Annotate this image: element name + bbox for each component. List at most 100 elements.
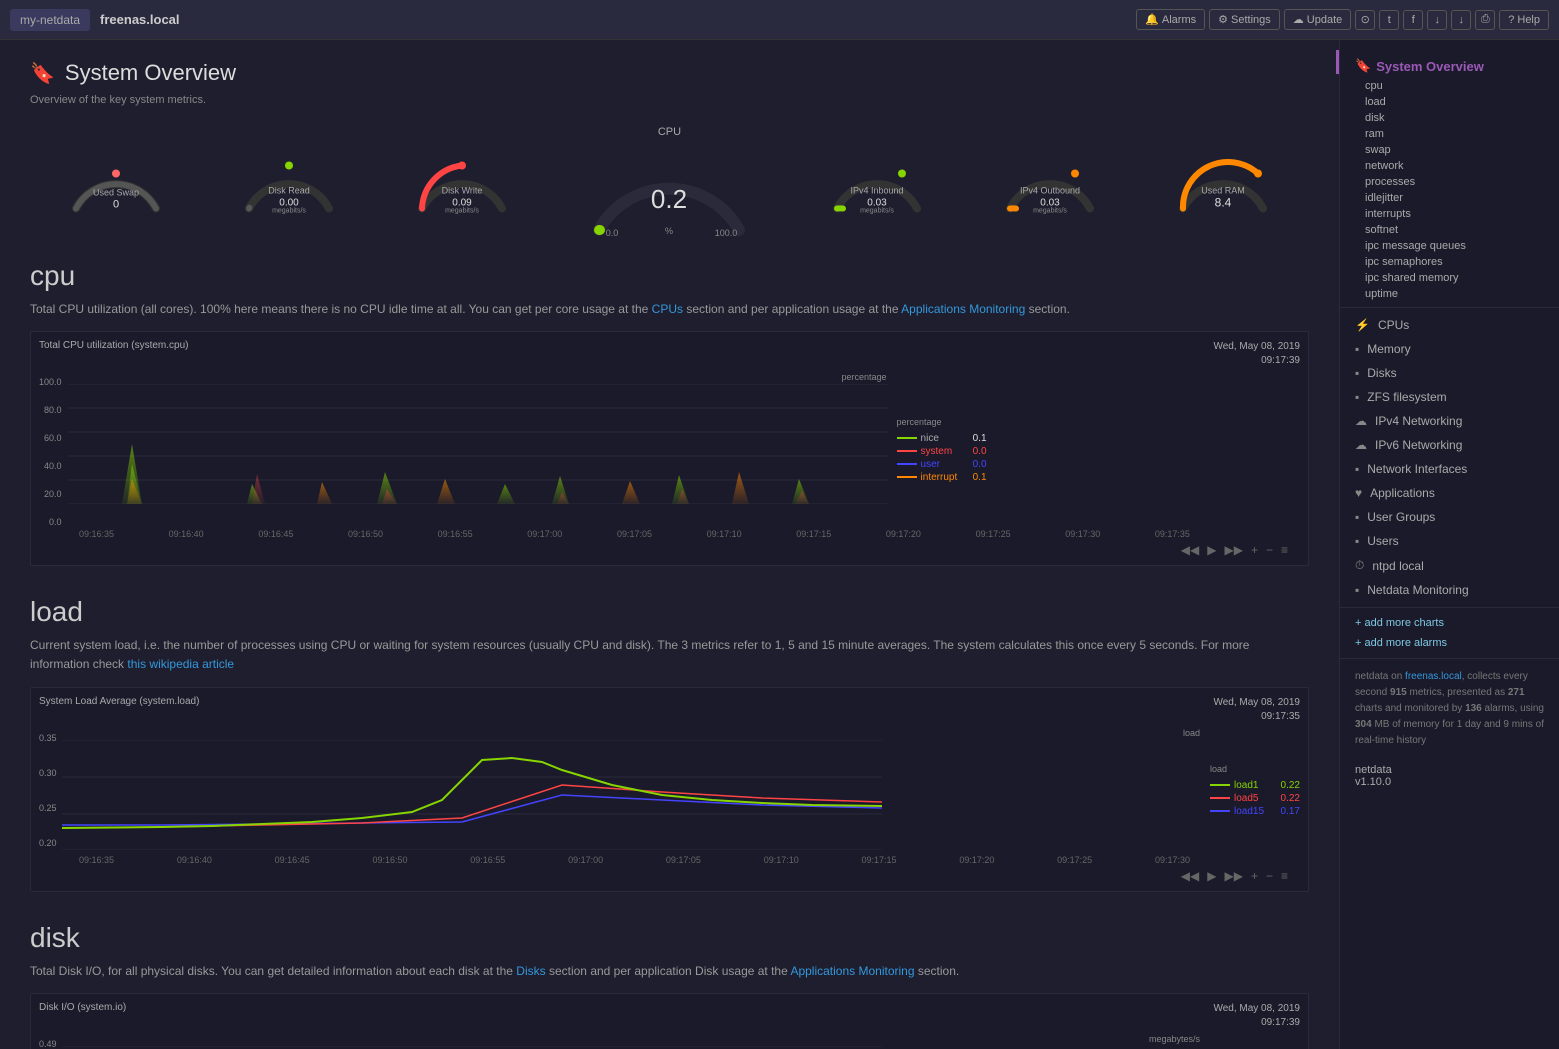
- groups-icon: ▪: [1355, 510, 1359, 524]
- sidebar-link-swap[interactable]: swap: [1340, 142, 1559, 158]
- sidebar-link-interrupts[interactable]: interrupts: [1340, 206, 1559, 222]
- sidebar-link-softnet[interactable]: softnet: [1340, 222, 1559, 238]
- github-icon[interactable]: ⊙: [1355, 10, 1375, 30]
- sidebar-link-idlejitter[interactable]: idlejitter: [1340, 190, 1559, 206]
- sidebar-item-zfs[interactable]: ▪ ZFS filesystem: [1340, 385, 1559, 409]
- topnav-left: my-netdata freenas.local: [10, 9, 180, 31]
- chart-zoom-in-btn[interactable]: +: [1249, 543, 1260, 557]
- sidebar-link-load[interactable]: load: [1340, 94, 1559, 110]
- sidebar-item-users[interactable]: ▪ Users: [1340, 529, 1559, 553]
- used-swap-gauge-svg: Used Swap 0: [66, 151, 166, 216]
- bookmark-sidebar-icon: 🔖: [1355, 58, 1371, 74]
- sidebar-divider-2: [1340, 607, 1559, 608]
- load-chart-back-btn[interactable]: ◀◀: [1179, 869, 1201, 883]
- question-icon: ?: [1508, 14, 1514, 26]
- gauge-disk-write: Disk Write 0.09 megabits/s: [412, 151, 512, 216]
- sidebar-link-ipc-mem[interactable]: ipc shared memory: [1340, 270, 1559, 286]
- app-disk-link[interactable]: Applications Monitoring: [790, 964, 914, 978]
- sidebar-netdata-monitoring-label: Netdata Monitoring: [1367, 583, 1468, 597]
- cpu-xaxis: 09:16:3509:16:4009:16:4509:16:5009:16:55…: [39, 529, 1300, 539]
- cpu-gauge-label: CPU: [658, 126, 681, 138]
- print-icon[interactable]: ⎙: [1475, 10, 1495, 30]
- svg-text:0: 0: [113, 198, 119, 210]
- cloud-icon: ☁: [1293, 13, 1304, 26]
- sidebar-item-ipv6[interactable]: ☁ IPv6 Networking: [1340, 433, 1559, 457]
- cpu-ylabel: percentage: [67, 372, 887, 384]
- settings-button[interactable]: ⚙ Settings: [1209, 9, 1280, 30]
- chart-back-btn[interactable]: ◀◀: [1179, 543, 1201, 557]
- svg-text:8.4: 8.4: [1214, 195, 1231, 209]
- load-section-desc: Current system load, i.e. the number of …: [30, 636, 1309, 674]
- disk-chart-inner: megabytes/s: [62, 1034, 1200, 1049]
- load-chart-title: System Load Average (system.load): [39, 696, 199, 707]
- chart-forward-btn[interactable]: ▶▶: [1222, 543, 1244, 557]
- sidebar-overview-title[interactable]: 🔖 System Overview: [1340, 50, 1559, 78]
- sidebar-link-processes[interactable]: processes: [1340, 174, 1559, 190]
- topnav: my-netdata freenas.local 🔔 Alarms ⚙ Sett…: [0, 0, 1559, 40]
- ipv4-inbound-gauge-svg: IPv4 Inbound 0.03 megabits/s: [827, 151, 927, 216]
- disk-chart-datetime: Wed, May 08, 2019 09:17:39: [1213, 1002, 1300, 1030]
- svg-text:100.0: 100.0: [715, 228, 738, 238]
- sidebar-item-netdata-monitoring[interactable]: ▪ Netdata Monitoring: [1340, 578, 1559, 602]
- page-header: 🔖 System Overview: [30, 60, 1309, 86]
- download1-icon[interactable]: ↓: [1427, 10, 1447, 30]
- load-chart-legend: load load1 0.22 load5 0.22: [1200, 728, 1300, 853]
- chart-menu-btn[interactable]: ≡: [1279, 543, 1290, 557]
- sidebar-item-applications[interactable]: ♥ Applications: [1340, 481, 1559, 505]
- load-chart-zoom-out-btn[interactable]: −: [1264, 869, 1275, 883]
- sidebar-info: netdata on freenas.local, collects every…: [1340, 658, 1559, 759]
- sidebar-user-groups-label: User Groups: [1367, 510, 1435, 524]
- sidebar-item-cpus[interactable]: ⚡ CPUs: [1340, 313, 1559, 337]
- sidebar-link-disk[interactable]: disk: [1340, 110, 1559, 126]
- disk-section-title: disk: [30, 922, 1309, 954]
- sidebar-item-memory[interactable]: ▪ Memory: [1340, 337, 1559, 361]
- svg-text:IPv4 Outbound: IPv4 Outbound: [1020, 185, 1080, 195]
- cpu-chart-inner: percentage: [67, 372, 887, 527]
- svg-text:Used RAM: Used RAM: [1201, 185, 1245, 195]
- load-yaxis: 0.350.300.250.20: [39, 728, 62, 853]
- sidebar-item-ntpd[interactable]: ⏱ ntpd local: [1340, 553, 1559, 578]
- load-chart-play-btn[interactable]: ▶: [1205, 869, 1218, 883]
- load-chart-zoom-in-btn[interactable]: +: [1249, 869, 1260, 883]
- sidebar-link-cpu[interactable]: cpu: [1340, 78, 1559, 94]
- add-alarms-btn[interactable]: + add more alarms: [1340, 633, 1559, 653]
- page-subtitle: Overview of the key system metrics.: [30, 94, 1309, 106]
- sidebar-item-disks[interactable]: ▪ Disks: [1340, 361, 1559, 385]
- alarms-button[interactable]: 🔔 Alarms: [1136, 9, 1205, 30]
- load-chart-forward-btn[interactable]: ▶▶: [1222, 869, 1244, 883]
- sidebar-item-ipv4[interactable]: ☁ IPv4 Networking: [1340, 409, 1559, 433]
- load-legend-header: load: [1210, 764, 1300, 774]
- app-monitoring-link[interactable]: Applications Monitoring: [901, 302, 1025, 316]
- netdata-brand: netdata: [1355, 764, 1544, 776]
- update-button[interactable]: ☁ Update: [1284, 9, 1351, 30]
- load15-color: [1210, 810, 1230, 812]
- sidebar: 🔖 System Overview cpu load disk ram swap…: [1339, 40, 1559, 1049]
- brand-button[interactable]: my-netdata: [10, 9, 90, 31]
- sidebar-link-ram[interactable]: ram: [1340, 126, 1559, 142]
- chart-play-btn[interactable]: ▶: [1205, 543, 1218, 557]
- wikipedia-link[interactable]: this wikipedia article: [127, 657, 234, 671]
- add-charts-btn[interactable]: + add more charts: [1340, 613, 1559, 633]
- sidebar-link-ipc-msg[interactable]: ipc message queues: [1340, 238, 1559, 254]
- cpu-chart-legend: percentage nice 0.1 system 0.0: [887, 372, 987, 527]
- load-chart-menu-btn[interactable]: ≡: [1279, 869, 1290, 883]
- svg-text:megabits/s: megabits/s: [860, 207, 894, 214]
- disks-link[interactable]: Disks: [516, 964, 545, 978]
- cpus-link[interactable]: CPUs: [652, 302, 683, 316]
- facebook-icon[interactable]: f: [1403, 10, 1423, 30]
- twitter-icon[interactable]: t: [1379, 10, 1399, 30]
- cpu-chart-title: Total CPU utilization (system.cpu): [39, 340, 189, 351]
- sidebar-item-network-interfaces[interactable]: ▪ Network Interfaces: [1340, 457, 1559, 481]
- ipv4-outbound-gauge-svg: IPv4 Outbound 0.03 megabits/s: [1000, 151, 1100, 216]
- network-if-icon: ▪: [1355, 462, 1359, 476]
- chart-zoom-out-btn[interactable]: −: [1264, 543, 1275, 557]
- help-button[interactable]: ? Help: [1499, 10, 1549, 30]
- sidebar-item-user-groups[interactable]: ▪ User Groups: [1340, 505, 1559, 529]
- sidebar-link-network[interactable]: network: [1340, 158, 1559, 174]
- sidebar-link-uptime[interactable]: uptime: [1340, 286, 1559, 302]
- load5-color: [1210, 797, 1230, 799]
- sidebar-host-link[interactable]: freenas.local: [1405, 671, 1462, 682]
- download2-icon[interactable]: ↓: [1451, 10, 1471, 30]
- disk-yaxis: 0.490.00: [39, 1034, 62, 1049]
- sidebar-link-ipc-sem[interactable]: ipc semaphores: [1340, 254, 1559, 270]
